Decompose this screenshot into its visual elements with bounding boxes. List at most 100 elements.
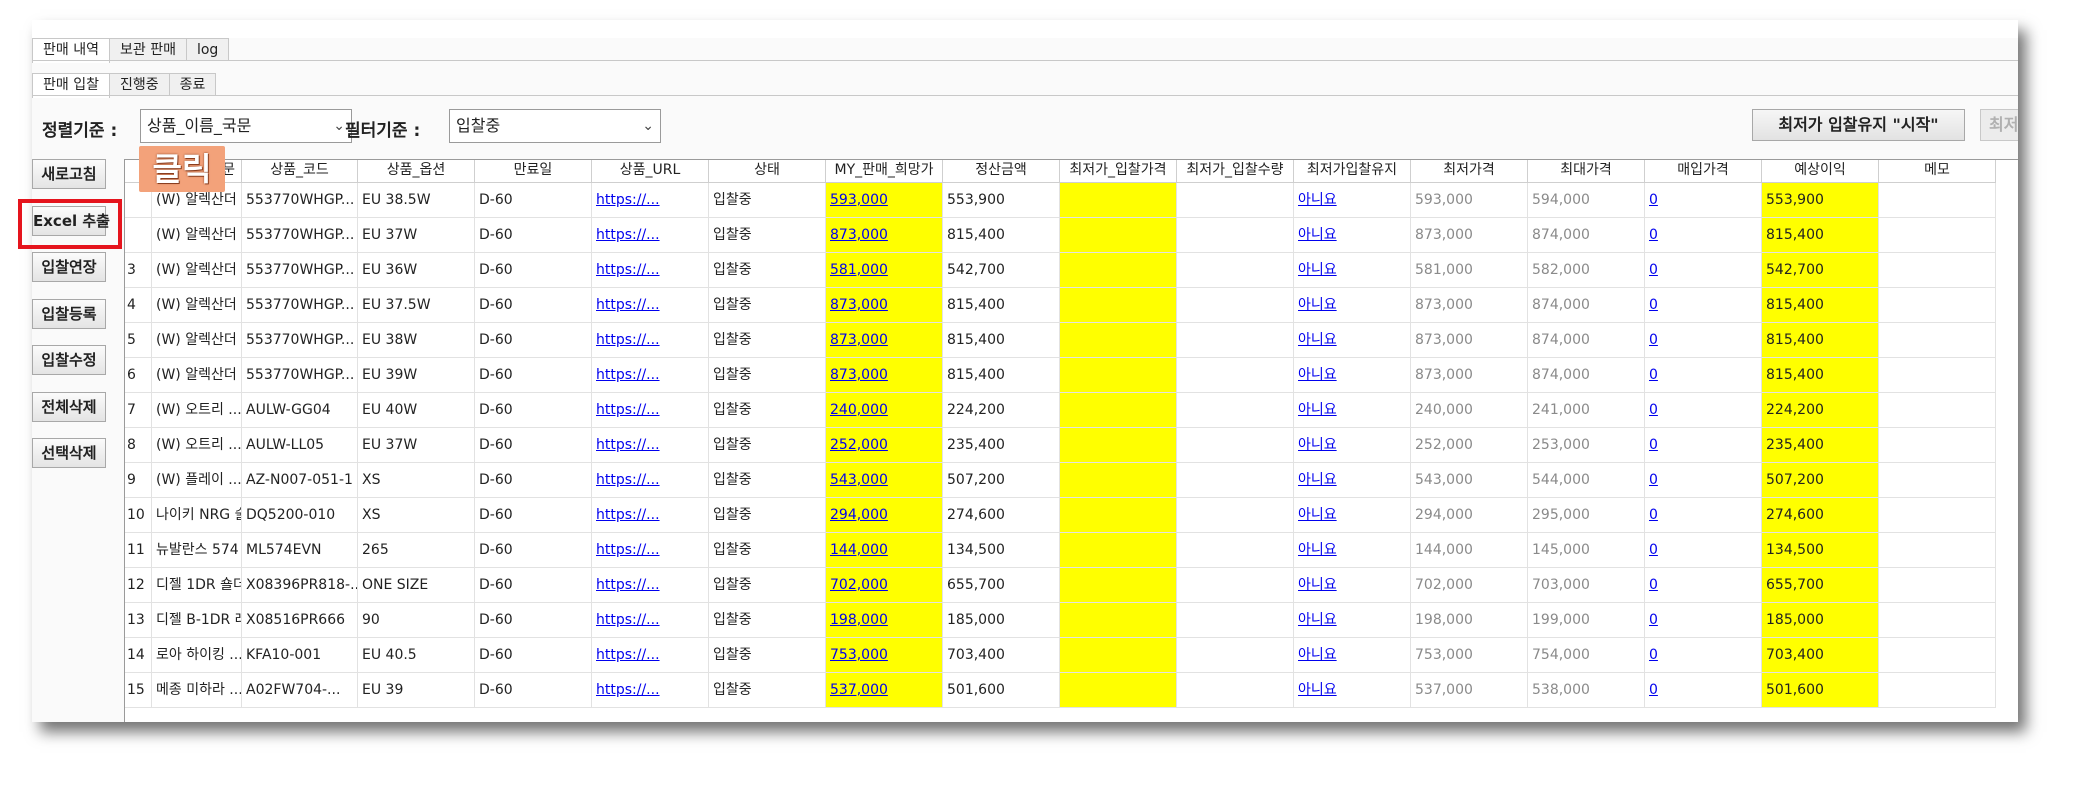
cell-purchase-price[interactable]: 0	[1645, 463, 1762, 498]
cell-my-sale-price[interactable]: 252,000	[826, 428, 943, 463]
register-bid-button[interactable]: 입찰등록	[32, 299, 106, 329]
cell-purchase-price[interactable]: 0	[1645, 673, 1762, 708]
cell-my-sale-price[interactable]: 873,000	[826, 323, 943, 358]
cell-purchase-price[interactable]: 0	[1645, 533, 1762, 568]
cell-purchase-price[interactable]: 0	[1645, 428, 1762, 463]
lowest-bid-stop-button[interactable]: 최저	[1980, 109, 2018, 141]
cell-row-index[interactable]: 8	[125, 428, 152, 463]
cell-product-url[interactable]: https://...	[592, 358, 709, 393]
cell-row-index[interactable]: 14	[125, 638, 152, 673]
cell-product-url[interactable]: https://...	[592, 428, 709, 463]
cell-purchase-price[interactable]: 0	[1645, 638, 1762, 673]
cell-product-url[interactable]: https://...	[592, 638, 709, 673]
excel-export-button[interactable]: Excel 추출	[32, 206, 110, 236]
cell-row-index[interactable]	[125, 218, 152, 253]
cell-my-sale-price[interactable]: 294,000	[826, 498, 943, 533]
delete-selected-button[interactable]: 선택삭제	[32, 438, 106, 468]
column-header-purchase-price[interactable]: 매입가격	[1645, 160, 1762, 183]
cell-lowest-bid-keep[interactable]: 아니요	[1294, 183, 1411, 218]
cell-product-url[interactable]: https://...	[592, 393, 709, 428]
cell-my-sale-price[interactable]: 593,000	[826, 183, 943, 218]
column-header-settlement[interactable]: 정산금액	[943, 160, 1060, 183]
cell-product-url[interactable]: https://...	[592, 673, 709, 708]
column-header-expiry[interactable]: 만료일	[475, 160, 592, 183]
cell-purchase-price[interactable]: 0	[1645, 393, 1762, 428]
column-header-product-code[interactable]: 상품_코드	[242, 160, 358, 183]
cell-lowest-bid-keep[interactable]: 아니요	[1294, 603, 1411, 638]
cell-my-sale-price[interactable]: 873,000	[826, 288, 943, 323]
column-header-highest-price[interactable]: 최대가격	[1528, 160, 1645, 183]
cell-lowest-bid-keep[interactable]: 아니요	[1294, 288, 1411, 323]
column-header-my-sale-price[interactable]: MY_판매_희망가	[826, 160, 943, 183]
cell-my-sale-price[interactable]: 144,000	[826, 533, 943, 568]
cell-my-sale-price[interactable]: 753,000	[826, 638, 943, 673]
sort-select[interactable]: 상품_이름_국문 ⌄	[140, 109, 352, 143]
cell-my-sale-price[interactable]: 873,000	[826, 358, 943, 393]
refresh-button[interactable]: 새로고침	[32, 159, 106, 189]
cell-my-sale-price[interactable]: 240,000	[826, 393, 943, 428]
cell-purchase-price[interactable]: 0	[1645, 323, 1762, 358]
column-header-lowest-bid-qty[interactable]: 최저가_입찰수량	[1177, 160, 1294, 183]
cell-row-index[interactable]: 6	[125, 358, 152, 393]
cell-lowest-bid-keep[interactable]: 아니요	[1294, 323, 1411, 358]
cell-product-url[interactable]: https://...	[592, 288, 709, 323]
cell-lowest-bid-keep[interactable]: 아니요	[1294, 568, 1411, 603]
cell-purchase-price[interactable]: 0	[1645, 568, 1762, 603]
cell-my-sale-price[interactable]: 543,000	[826, 463, 943, 498]
filter-select[interactable]: 입찰중 ⌄	[449, 109, 661, 143]
tab-log[interactable]: log	[185, 38, 230, 61]
cell-product-url[interactable]: https://...	[592, 568, 709, 603]
cell-purchase-price[interactable]: 0	[1645, 288, 1762, 323]
cell-lowest-bid-keep[interactable]: 아니요	[1294, 428, 1411, 463]
cell-purchase-price[interactable]: 0	[1645, 218, 1762, 253]
edit-bid-button[interactable]: 입찰수정	[32, 345, 106, 375]
cell-product-url[interactable]: https://...	[592, 323, 709, 358]
column-header-memo[interactable]: 메모	[1879, 160, 1996, 183]
column-header-product-url[interactable]: 상품_URL	[592, 160, 709, 183]
cell-product-url[interactable]: https://...	[592, 533, 709, 568]
cell-my-sale-price[interactable]: 702,000	[826, 568, 943, 603]
cell-row-index[interactable]: 9	[125, 463, 152, 498]
column-header-status[interactable]: 상태	[709, 160, 826, 183]
cell-row-index[interactable]: 15	[125, 673, 152, 708]
cell-lowest-bid-keep[interactable]: 아니요	[1294, 463, 1411, 498]
cell-lowest-bid-keep[interactable]: 아니요	[1294, 498, 1411, 533]
delete-all-button[interactable]: 전체삭제	[32, 392, 106, 422]
cell-row-index[interactable]: 12	[125, 568, 152, 603]
cell-lowest-bid-keep[interactable]: 아니요	[1294, 253, 1411, 288]
cell-lowest-bid-keep[interactable]: 아니요	[1294, 358, 1411, 393]
cell-product-url[interactable]: https://...	[592, 603, 709, 638]
cell-row-index[interactable]: 13	[125, 603, 152, 638]
extend-bid-button[interactable]: 입찰연장	[32, 252, 106, 282]
cell-purchase-price[interactable]: 0	[1645, 603, 1762, 638]
tab-finished[interactable]: 종료	[168, 73, 217, 96]
cell-my-sale-price[interactable]: 873,000	[826, 218, 943, 253]
cell-my-sale-price[interactable]: 198,000	[826, 603, 943, 638]
cell-row-index[interactable]: 10	[125, 498, 152, 533]
cell-lowest-bid-keep[interactable]: 아니요	[1294, 218, 1411, 253]
cell-my-sale-price[interactable]: 581,000	[826, 253, 943, 288]
column-header-lowest-bid-keep[interactable]: 최저가입찰유지	[1294, 160, 1411, 183]
cell-product-url[interactable]: https://...	[592, 183, 709, 218]
cell-row-index[interactable]: 3	[125, 253, 152, 288]
tab-in-progress[interactable]: 진행중	[108, 73, 170, 96]
column-header-product-option[interactable]: 상품_옵션	[358, 160, 475, 183]
cell-row-index[interactable]: 5	[125, 323, 152, 358]
cell-purchase-price[interactable]: 0	[1645, 358, 1762, 393]
cell-row-index[interactable]: 7	[125, 393, 152, 428]
cell-product-url[interactable]: https://...	[592, 253, 709, 288]
cell-product-url[interactable]: https://...	[592, 498, 709, 533]
cell-purchase-price[interactable]: 0	[1645, 183, 1762, 218]
cell-purchase-price[interactable]: 0	[1645, 253, 1762, 288]
cell-row-index[interactable]: 11	[125, 533, 152, 568]
column-header-lowest-price[interactable]: 최저가격	[1411, 160, 1528, 183]
cell-product-url[interactable]: https://...	[592, 463, 709, 498]
column-header-lowest-bid-price[interactable]: 최저가_입찰가격	[1060, 160, 1177, 183]
tab-storage-sales[interactable]: 보관 판매	[108, 38, 187, 61]
cell-lowest-bid-keep[interactable]: 아니요	[1294, 393, 1411, 428]
cell-lowest-bid-keep[interactable]: 아니요	[1294, 673, 1411, 708]
cell-purchase-price[interactable]: 0	[1645, 498, 1762, 533]
cell-lowest-bid-keep[interactable]: 아니요	[1294, 638, 1411, 673]
cell-product-url[interactable]: https://...	[592, 218, 709, 253]
cell-row-index[interactable]: 4	[125, 288, 152, 323]
